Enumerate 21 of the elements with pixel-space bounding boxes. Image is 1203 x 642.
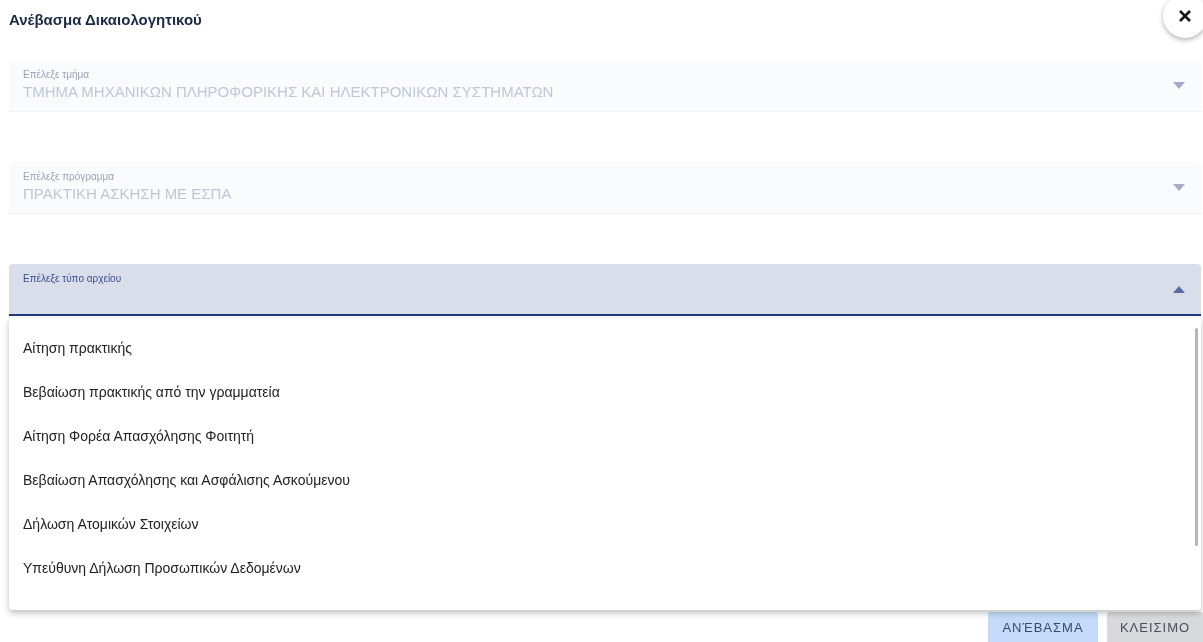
caret-down-icon [1173,82,1185,89]
menu-option[interactable]: Δήλωση Ατομικών Στοιχείων [9,502,1201,546]
field-label: Επέλεξε τύπο αρχείου [23,273,123,284]
caret-up-icon [1173,285,1185,293]
menu-option[interactable]: Υπεύθυνη Δήλωση Προσωπικών Δεδομένων [9,546,1201,590]
close-text-button[interactable]: ΚΛΕΙΣΙΜΟ [1107,612,1203,642]
scrollbar[interactable] [1195,328,1198,546]
caret-down-icon [1173,184,1185,191]
field-label: Επέλεξε τμήμα [23,69,90,80]
select-field[interactable]: Επέλεξε τύπο αρχείου [9,264,1201,316]
close-icon [1178,9,1192,23]
field-value: ΠΡΑΚΤΙΚΗ ΑΣΚΗΣΗ ΜΕ ΕΣΠΑ [23,185,233,202]
menu-option[interactable]: Αίτηση πρακτικής [9,326,1201,370]
upload-button[interactable]: ΑΝΈΒΑΣΜΑ [988,612,1098,642]
dialog-title: Ανέβασμα Δικαιολογητικού [9,11,202,28]
field-label: Επέλεξε πρόγραμμα [23,171,116,182]
field-value: ΤΜΗΜΑ ΜΗΧΑΝΙΚΩΝ ΠΛΗΡΟΦΟΡΙΚΗΣ ΚΑΙ ΗΛΕΚΤΡΟΝΙΚΩΝ ΣΥΣΤΗΜΑΤΩΝ [23,83,555,100]
menu-option[interactable]: Αίτηση Φορέα Απασχόλησης Φοιτητή [9,414,1201,458]
menu-option[interactable]: Βεβαίωση Απασχόλησης και Ασφάλισης Ασκούμενου [9,458,1201,502]
close-button[interactable] [1163,0,1203,38]
menu-option[interactable]: Βεβαίωση πρακτικής από την γραμματεία [9,370,1201,414]
